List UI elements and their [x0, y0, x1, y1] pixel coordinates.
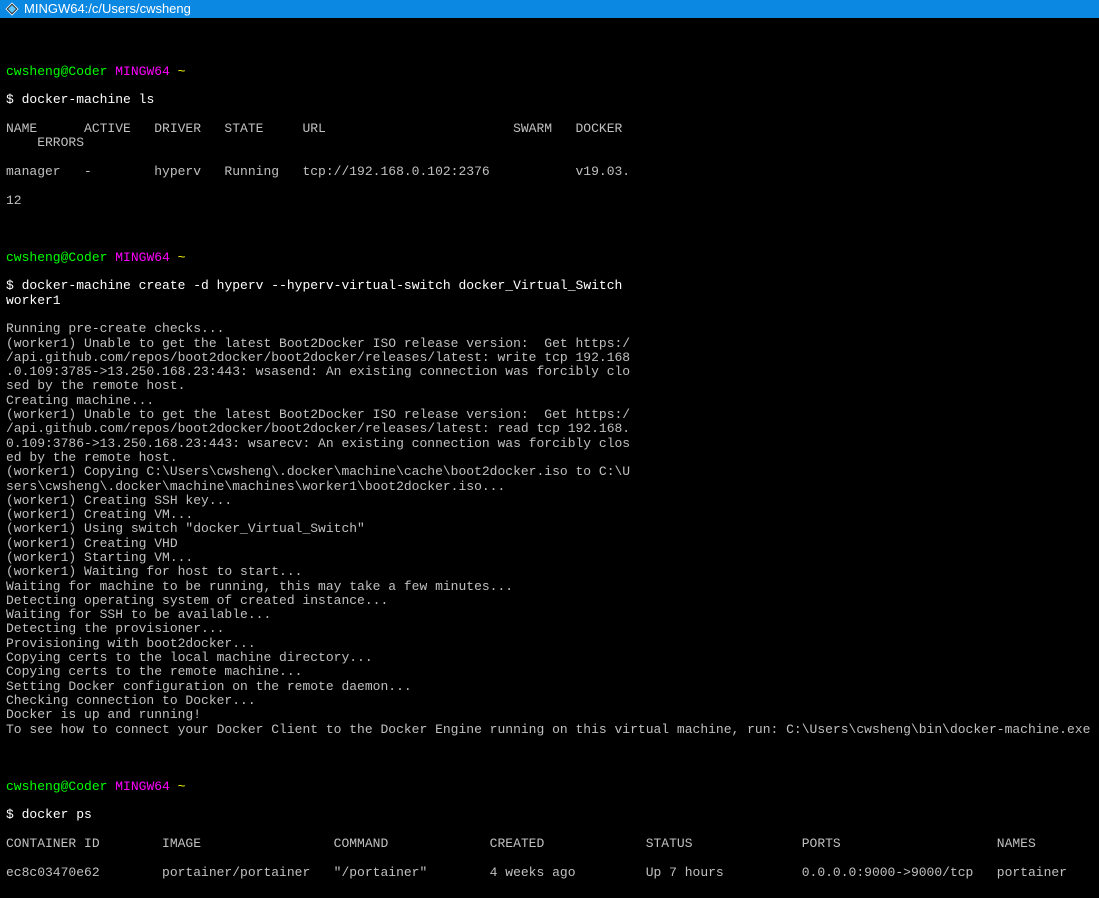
output-line: /api.github.com/repos/boot2docker/boot2d… — [6, 422, 1093, 436]
output-line: (worker1) Copying C:\Users\cwsheng\.dock… — [6, 465, 1093, 479]
mingw-icon — [5, 2, 19, 16]
prompt-path: ~ — [178, 779, 186, 794]
output-line: (worker1) Using switch "docker_Virtual_S… — [6, 522, 1093, 536]
command-1: docker-machine ls — [22, 92, 155, 107]
output-line: Copying certs to the remote machine... — [6, 665, 1093, 679]
output-line: Provisioning with boot2docker... — [6, 637, 1093, 651]
output-line: (worker1) Creating VM... — [6, 508, 1093, 522]
output-line: /api.github.com/repos/boot2docker/boot2d… — [6, 351, 1093, 365]
output-line: Waiting for SSH to be available... — [6, 608, 1093, 622]
prompt-user: cwsheng@Coder — [6, 64, 107, 79]
prompt-path: ~ — [178, 64, 186, 79]
prompt-dollar: $ — [6, 807, 14, 822]
output-line: (worker1) Creating SSH key... — [6, 494, 1093, 508]
output-line: Creating machine... — [6, 394, 1093, 408]
output-line: (worker1) Unable to get the latest Boot2… — [6, 337, 1093, 351]
output-line: Detecting the provisioner... — [6, 622, 1093, 636]
output-line: ed by the remote host. — [6, 451, 1093, 465]
output-line: .0.109:3785->13.250.168.23:443: wsasend:… — [6, 365, 1093, 379]
prompt-user: cwsheng@Coder — [6, 250, 107, 265]
window-titlebar: MINGW64:/c/Users/cwsheng — [0, 0, 1099, 18]
output-line: Setting Docker configuration on the remo… — [6, 680, 1093, 694]
output-line: Waiting for machine to be running, this … — [6, 580, 1093, 594]
output-line: (worker1) Creating VHD — [6, 537, 1093, 551]
terminal-output[interactable]: cwsheng@Coder MINGW64 ~ $ docker-machine… — [0, 18, 1099, 898]
window-title: MINGW64:/c/Users/cwsheng — [24, 2, 191, 16]
output-line: Checking connection to Docker... — [6, 694, 1093, 708]
prompt-shell: MINGW64 — [115, 779, 170, 794]
output-line: Running pre-create checks... — [6, 322, 1093, 336]
output-line: To see how to connect your Docker Client… — [6, 723, 1093, 737]
output-line: (worker1) Waiting for host to start... — [6, 565, 1093, 579]
prompt-dollar: $ — [6, 278, 14, 293]
ls-row: manager - hyperv Running tcp://192.168.0… — [6, 165, 1093, 179]
create-output: Running pre-create checks...(worker1) Un… — [6, 322, 1093, 737]
prompt-user: cwsheng@Coder — [6, 779, 107, 794]
output-line: Docker is up and running! — [6, 708, 1093, 722]
ps-row: ec8c03470e62 portainer/portainer "/porta… — [6, 866, 1093, 880]
command-3: docker ps — [22, 807, 92, 822]
output-line: Copying certs to the local machine direc… — [6, 651, 1093, 665]
output-line: Detecting operating system of created in… — [6, 594, 1093, 608]
output-line: (worker1) Unable to get the latest Boot2… — [6, 408, 1093, 422]
ls-row-cont: 12 — [6, 194, 1093, 208]
output-line: sed by the remote host. — [6, 379, 1093, 393]
output-line: 0.109:3786->13.250.168.23:443: wsarecv: … — [6, 437, 1093, 451]
command-2: docker-machine create -d hyperv --hyperv… — [6, 278, 622, 307]
ls-header: NAME ACTIVE DRIVER STATE URL SWARM DOCKE… — [6, 122, 1093, 151]
output-line: sers\cwsheng\.docker\machine\machines\wo… — [6, 480, 1093, 494]
prompt-dollar: $ — [6, 92, 14, 107]
output-line: (worker1) Starting VM... — [6, 551, 1093, 565]
ps-header: CONTAINER ID IMAGE COMMAND CREATED STATU… — [6, 837, 1093, 851]
prompt-shell: MINGW64 — [115, 64, 170, 79]
prompt-path: ~ — [178, 250, 186, 265]
prompt-shell: MINGW64 — [115, 250, 170, 265]
